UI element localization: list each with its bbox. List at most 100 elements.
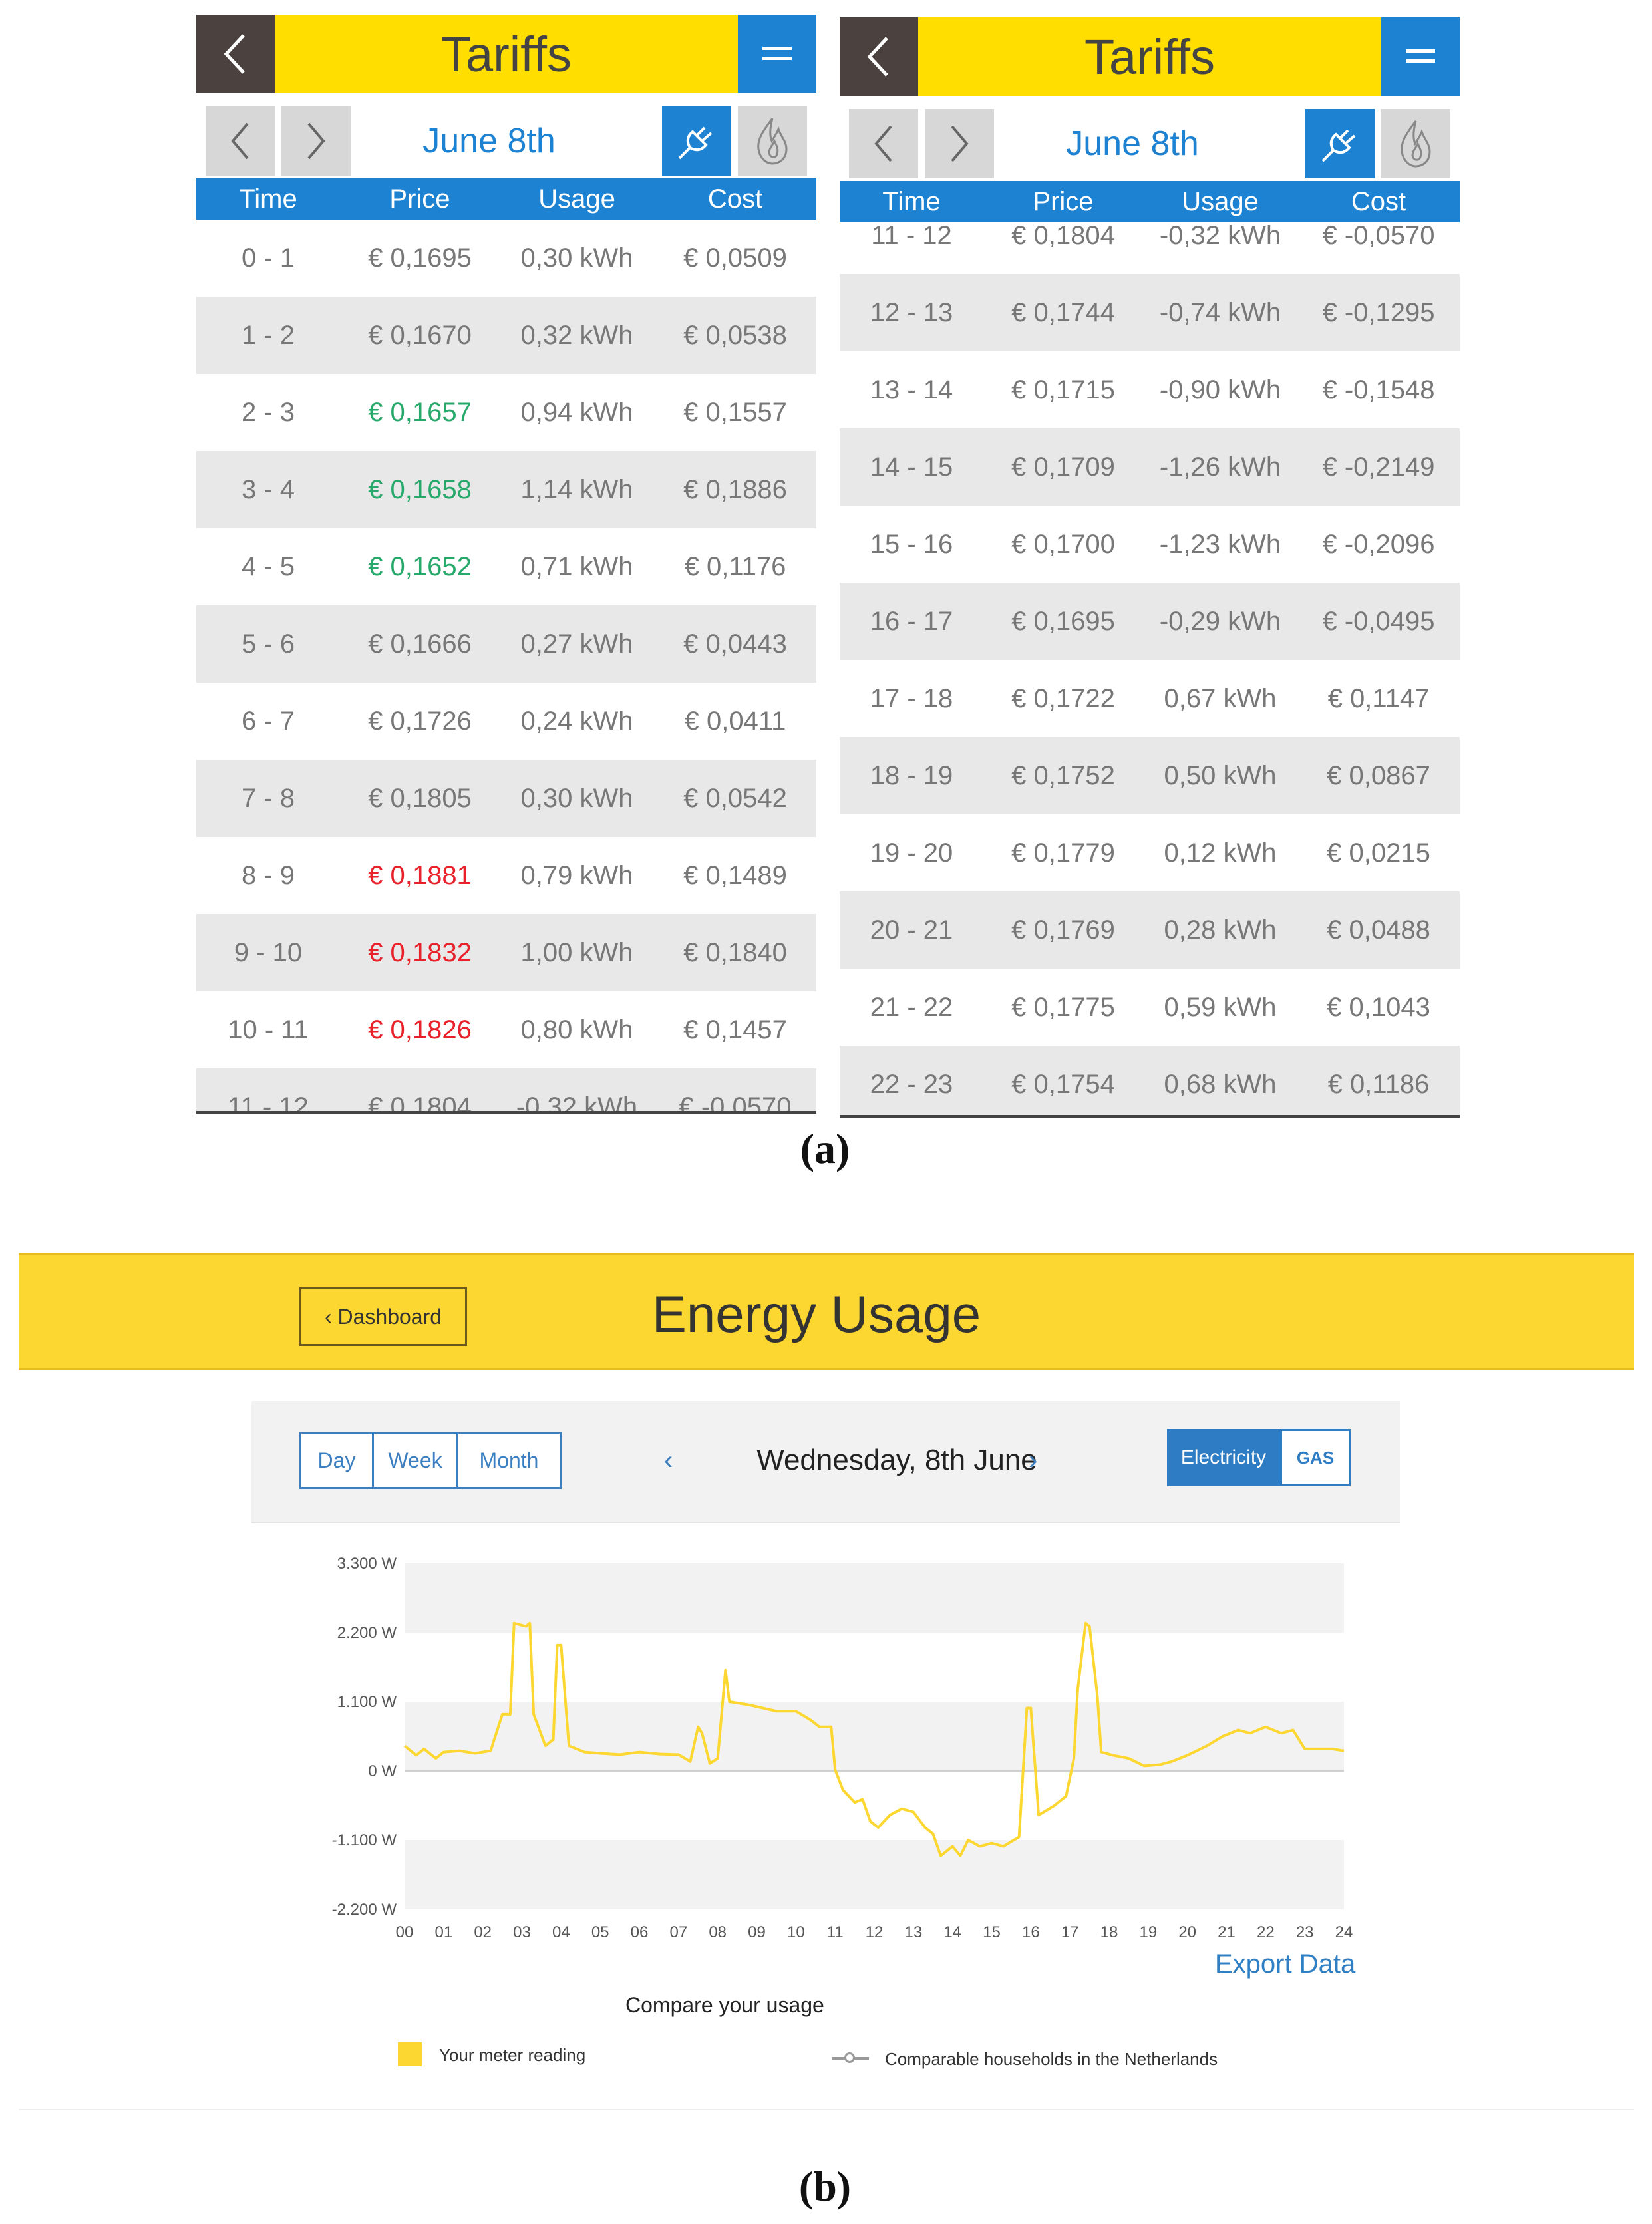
- chevron-right-icon: [307, 122, 325, 160]
- time-cell: 21 - 22: [870, 992, 953, 1022]
- usage-cell: -0,32 kWh: [516, 1092, 638, 1114]
- top-bar: Tariffs: [840, 17, 1460, 96]
- time-cell: 9 - 10: [234, 937, 303, 967]
- gas-toggle[interactable]: [1381, 109, 1450, 178]
- time-cell: 17 - 18: [870, 683, 953, 713]
- next-day-button[interactable]: [925, 109, 994, 178]
- usage-cell: 0,30 kWh: [520, 783, 633, 813]
- legend-comparable-label: Comparable households in the Netherlands: [885, 2049, 1218, 2069]
- y-tick-label: 2.200 W: [337, 1624, 397, 1642]
- x-tick-label: 11: [827, 1923, 844, 1941]
- tab-month[interactable]: Month: [456, 1432, 562, 1489]
- electricity-toggle[interactable]: [662, 106, 731, 176]
- price-cell: € 0,1700: [1011, 529, 1115, 559]
- gas-toggle[interactable]: GAS: [1280, 1429, 1351, 1486]
- chevron-left-icon[interactable]: ‹: [664, 1432, 673, 1489]
- price-cell: € 0,1652: [368, 552, 472, 581]
- table-row: 4 - 5 € 0,1652 0,71 kWh € 0,1176: [196, 528, 816, 605]
- top-bar: Tariffs: [196, 15, 816, 93]
- price-cell: € 0,1726: [368, 706, 472, 736]
- date-bar: June 8th: [840, 96, 1460, 194]
- price-cell: € 0,1804: [1011, 220, 1115, 250]
- price-cell: € 0,1709: [1011, 452, 1115, 482]
- legend-meter-label: Your meter reading: [439, 2045, 586, 2065]
- time-cell: 11 - 12: [228, 1092, 309, 1114]
- usage-cell: -0,74 kWh: [1159, 297, 1281, 327]
- column-header-price: Price: [389, 184, 450, 214]
- next-day-button[interactable]: [281, 106, 351, 176]
- price-cell: € 0,1670: [368, 320, 472, 350]
- cost-cell: € -0,0570: [1322, 220, 1435, 250]
- usage-cell: -1,23 kWh: [1159, 529, 1281, 559]
- divider: [19, 2109, 1634, 2110]
- cost-cell: € 0,1147: [1327, 683, 1430, 713]
- usage-chart: 3.300 W 2.200 W 1.100 W 0 W -1.100 W -2.200 W…: [332, 1555, 1353, 1941]
- page-title: Energy Usage: [651, 1284, 981, 1343]
- tab-day[interactable]: Day: [299, 1432, 374, 1489]
- chevron-left-icon: [231, 122, 249, 160]
- x-tick-label: 17: [1061, 1923, 1079, 1941]
- x-tick-label: 06: [631, 1923, 649, 1941]
- time-cell: 4 - 5: [241, 552, 295, 581]
- x-tick-label: 16: [1022, 1923, 1040, 1941]
- gas-toggle[interactable]: [738, 106, 807, 176]
- time-cell: 7 - 8: [241, 783, 295, 813]
- prev-day-button[interactable]: [849, 109, 918, 178]
- price-cell: € 0,1832: [368, 937, 472, 967]
- x-tick-label: 01: [434, 1923, 452, 1941]
- dashboard-button[interactable]: ‹ Dashboard: [299, 1287, 467, 1346]
- x-tick-label: 04: [552, 1923, 570, 1941]
- cost-cell: € -0,0495: [1322, 606, 1435, 636]
- time-cell: 0 - 1: [241, 243, 295, 273]
- grid-band: [405, 1840, 1344, 1909]
- electricity-toggle[interactable]: [1305, 109, 1375, 178]
- prev-day-button[interactable]: [206, 106, 275, 176]
- cost-cell: € -0,1295: [1322, 297, 1435, 327]
- cost-cell: € 0,0215: [1327, 838, 1430, 868]
- time-cell: 11 - 12: [871, 220, 952, 250]
- time-cell: 8 - 9: [241, 860, 295, 890]
- tariff-table[interactable]: 0 - 1 € 0,1695 0,30 kWh € 0,0509 1 - 2 € 0,16…: [196, 220, 816, 1114]
- cost-cell: € 0,0509: [683, 243, 787, 273]
- compare-title: Compare your usage: [625, 1993, 824, 2017]
- tariff-table[interactable]: 11 - 12 € 0,1804 -0,32 kWh € -0,0570 12 - 13…: [840, 197, 1460, 1115]
- table-row: 3 - 4 € 0,1658 1,14 kWh € 0,1886: [196, 451, 816, 528]
- usage-cell: -1,26 kWh: [1159, 452, 1281, 482]
- tab-week[interactable]: Week: [372, 1432, 458, 1489]
- export-data-link[interactable]: Export Data: [1215, 1949, 1355, 1979]
- table-row: 11 - 12 € 0,1804 -0,32 kWh € -0,0570: [196, 1068, 816, 1114]
- price-cell: € 0,1722: [1011, 683, 1115, 713]
- price-cell: € 0,1775: [1011, 992, 1115, 1022]
- table-row: 21 - 22 € 0,1775 0,59 kWh € 0,1043: [840, 969, 1460, 1046]
- menu-icon: [1406, 49, 1435, 63]
- table-row: 20 - 21 € 0,1769 0,28 kWh € 0,0488: [840, 891, 1460, 969]
- chevron-left-icon: [874, 125, 892, 162]
- table-header: Time Price Usage Cost: [196, 178, 816, 220]
- time-cell: 18 - 19: [870, 760, 953, 790]
- usage-cell: -0,90 kWh: [1159, 375, 1281, 404]
- cost-cell: € 0,0411: [684, 706, 786, 736]
- menu-button[interactable]: [738, 15, 816, 93]
- time-cell: 19 - 20: [870, 838, 953, 868]
- time-cell: 22 - 23: [870, 1069, 953, 1099]
- usage-cell: 0,80 kWh: [520, 1015, 633, 1044]
- price-cell: € 0,1695: [1011, 606, 1115, 636]
- table-row: 9 - 10 € 0,1832 1,00 kWh € 0,1840: [196, 914, 816, 991]
- table-row: 1 - 2 € 0,1670 0,32 kWh € 0,0538: [196, 297, 816, 374]
- cost-cell: € -0,2149: [1322, 452, 1435, 482]
- electricity-toggle[interactable]: Electricity: [1167, 1429, 1280, 1486]
- tariff-screen-right: Tariffs June 8th Time Price Usage Cost 1…: [840, 17, 1460, 1118]
- back-button[interactable]: [840, 17, 918, 96]
- cost-cell: € 0,1489: [683, 860, 787, 890]
- x-tick-label: 13: [904, 1923, 922, 1941]
- chevron-right-icon[interactable]: ›: [1029, 1432, 1037, 1489]
- plug-icon: [1321, 129, 1356, 162]
- y-tick-label: 3.300 W: [337, 1555, 397, 1573]
- usage-cell: 0,24 kWh: [520, 706, 633, 736]
- price-cell: € 0,1657: [368, 397, 472, 427]
- table-row: 14 - 15 € 0,1709 -1,26 kWh € -0,2149: [840, 428, 1460, 506]
- cost-cell: € 0,1176: [684, 552, 786, 581]
- cost-cell: € 0,0538: [683, 320, 787, 350]
- menu-button[interactable]: [1381, 17, 1460, 96]
- back-button[interactable]: [196, 15, 275, 93]
